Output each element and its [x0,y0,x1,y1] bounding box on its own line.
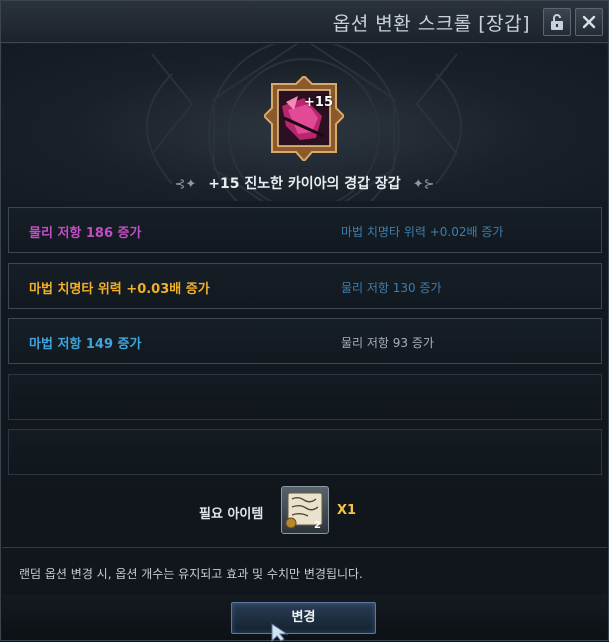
notice-text: 랜덤 옵션 변경 시, 옵션 개수는 유지되고 효과 및 수치만 변경됩니다. [19,567,363,581]
svg-text:2: 2 [314,520,321,531]
lock-button[interactable] [543,8,571,36]
required-item-slot[interactable]: 2 [281,486,329,534]
lock-icon [551,14,563,30]
window-title: 옵션 변환 스크롤 [장갑] [332,13,530,35]
required-item-count: X1 [337,503,357,518]
close-button[interactable] [575,8,603,36]
title-bar[interactable]: 옵션 변환 스크롤 [장갑] [1,1,608,43]
item-name: +15 진노한 카이아의 경갑 장갑 [208,176,401,192]
current-option: 마법 치명타 위력 +0.03배 증가 [29,282,210,297]
option-row-3[interactable]: 마법 저항 149 증가 물리 저항 93 증가 [8,318,602,364]
preview-option: 마법 치명타 위력 +0.02배 증가 [341,225,504,239]
mouse-cursor-icon [271,623,289,642]
close-icon [582,15,596,29]
item-name-row: ⊰✦ +15 진노한 카이아의 경갑 장갑 ✦⊱ [1,173,608,193]
option-conversion-window: 옵션 변환 스크롤 [장갑] +15 ⊰✦ +15 진노한 카이아의 경갑 장갑… [0,0,609,642]
option-row-5 [8,429,602,475]
change-button[interactable]: 변경 [231,602,376,634]
item-slot[interactable]: +15 [262,74,346,163]
scroll-icon: 2 [285,492,323,531]
option-row-1[interactable]: 물리 저항 186 증가 마법 치명타 위력 +0.02배 증가 [8,207,602,253]
left-ornament-icon: ⊰✦ [174,177,197,192]
option-row-4 [8,374,602,420]
preview-option: 물리 저항 93 증가 [341,336,434,350]
preview-option: 물리 저항 130 증가 [341,281,442,295]
enhance-level: +15 [304,95,333,110]
option-row-2[interactable]: 마법 치명타 위력 +0.03배 증가 물리 저항 130 증가 [8,263,602,309]
gauntlet-icon [262,74,346,163]
current-option: 물리 저항 186 증가 [29,226,142,241]
current-option: 마법 저항 149 증가 [29,337,142,352]
divider [2,547,607,548]
right-ornament-icon: ✦⊱ [412,177,435,192]
required-item-label: 필요 아이템 [199,507,264,522]
